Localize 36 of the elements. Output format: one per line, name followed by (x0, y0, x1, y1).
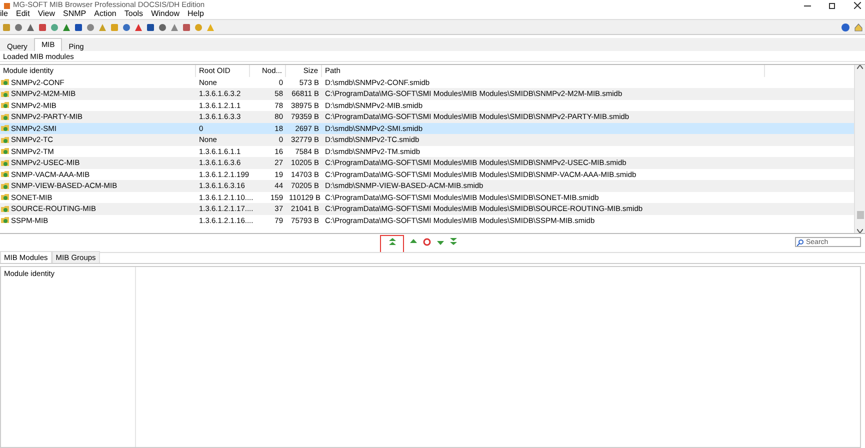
home-icon[interactable] (854, 22, 863, 32)
menu-item[interactable]: SNMP (63, 9, 86, 19)
double-arrow-down-icon[interactable] (450, 238, 457, 246)
scroll-up-icon[interactable] (857, 65, 863, 69)
folder-icon (1, 216, 10, 224)
menu-item[interactable]: Window (151, 9, 180, 19)
app-icon (4, 3, 10, 9)
double-arrow-up-icon[interactable] (388, 238, 396, 246)
folder-icon (1, 182, 10, 190)
folder-icon (1, 78, 10, 86)
arrow-down-icon[interactable] (437, 238, 444, 246)
arrow-up-icon[interactable] (410, 238, 417, 246)
folder-icon (1, 124, 10, 132)
folder-icon (1, 136, 10, 144)
scroll-down-icon[interactable] (857, 229, 863, 233)
help-icon[interactable] (841, 22, 850, 32)
scrollbar[interactable] (854, 65, 865, 233)
folder-icon (1, 204, 10, 213)
folder-icon (1, 112, 10, 121)
folder-icon (1, 90, 10, 98)
refresh-icon[interactable] (423, 238, 431, 246)
menu-item[interactable]: Tools (124, 9, 144, 19)
folder-icon (1, 158, 10, 167)
folder-icon (1, 193, 10, 202)
restore-icon[interactable] (829, 2, 836, 9)
menu-item[interactable]: ile (0, 9, 8, 19)
close-icon[interactable] (854, 2, 861, 9)
menu-item[interactable]: Help (188, 9, 204, 19)
menu-item[interactable]: Edit (16, 9, 30, 19)
menu-item[interactable]: View (38, 9, 56, 19)
folder-icon (1, 170, 10, 178)
scroll-thumb[interactable] (856, 211, 864, 219)
menu-item[interactable]: Action (94, 9, 116, 19)
folder-icon (1, 101, 10, 110)
folder-icon (1, 147, 10, 156)
search-icon (797, 239, 804, 246)
